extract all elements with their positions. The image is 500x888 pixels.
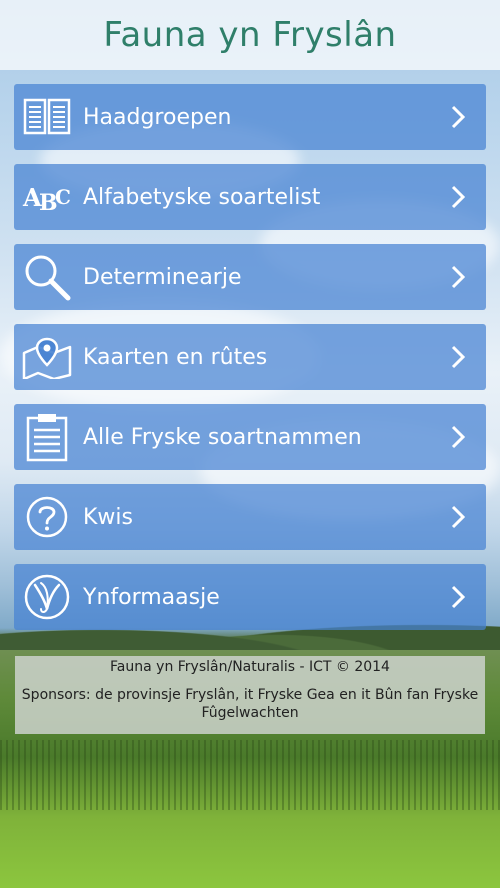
book-icon <box>22 92 72 142</box>
menu-label: Haadgroepen <box>83 104 232 130</box>
abc-icon: A B C <box>22 172 72 222</box>
svg-text:C: C <box>55 185 71 209</box>
menu-label: Kaarten en rûtes <box>83 344 268 370</box>
menu-item-haadgroepen[interactable]: Haadgroepen <box>14 84 486 150</box>
chevron-right-icon <box>446 505 470 529</box>
menu-label: Determinearje <box>83 264 242 290</box>
clipboard-icon <box>22 412 72 462</box>
chevron-right-icon <box>446 105 470 129</box>
menu-item-determinearje[interactable]: Determinearje <box>14 244 486 310</box>
chevron-right-icon <box>446 185 470 209</box>
map-pin-icon <box>22 332 72 382</box>
menu-label: Kwis <box>83 504 133 530</box>
title-bar: Fauna yn Fryslân <box>0 0 500 70</box>
info-logo-icon <box>22 572 72 622</box>
question-icon <box>22 492 72 542</box>
menu-label: Alle Fryske soartnammen <box>83 424 362 450</box>
menu-item-kwis[interactable]: Kwis <box>14 484 486 550</box>
grass <box>0 740 500 810</box>
chevron-right-icon <box>446 265 470 289</box>
credits-box: Fauna yn Fryslân/Naturalis - ICT © 2014 … <box>15 656 485 734</box>
chevron-right-icon <box>446 425 470 449</box>
credit-text: Fauna yn Fryslân/Naturalis - ICT © 2014 <box>110 659 390 675</box>
menu-item-ynformaasje[interactable]: Ynformaasje <box>14 564 486 630</box>
menu-item-alle-fryske-soartnammen[interactable]: Alle Fryske soartnammen <box>14 404 486 470</box>
sponsors-text: Sponsors: de provinsje Fryslân, it Frysk… <box>21 687 479 721</box>
magnifier-icon <box>22 252 72 302</box>
menu-item-alfabetyske-soartelist[interactable]: A B C Alfabetyske soartelist <box>14 164 486 230</box>
app-title: Fauna yn Fryslân <box>103 15 397 55</box>
chevron-right-icon <box>446 585 470 609</box>
chevron-right-icon <box>446 345 470 369</box>
menu-label: Ynformaasje <box>83 584 220 610</box>
menu-label: Alfabetyske soartelist <box>83 184 321 210</box>
menu-item-kaarten-en-rutes[interactable]: Kaarten en rûtes <box>14 324 486 390</box>
